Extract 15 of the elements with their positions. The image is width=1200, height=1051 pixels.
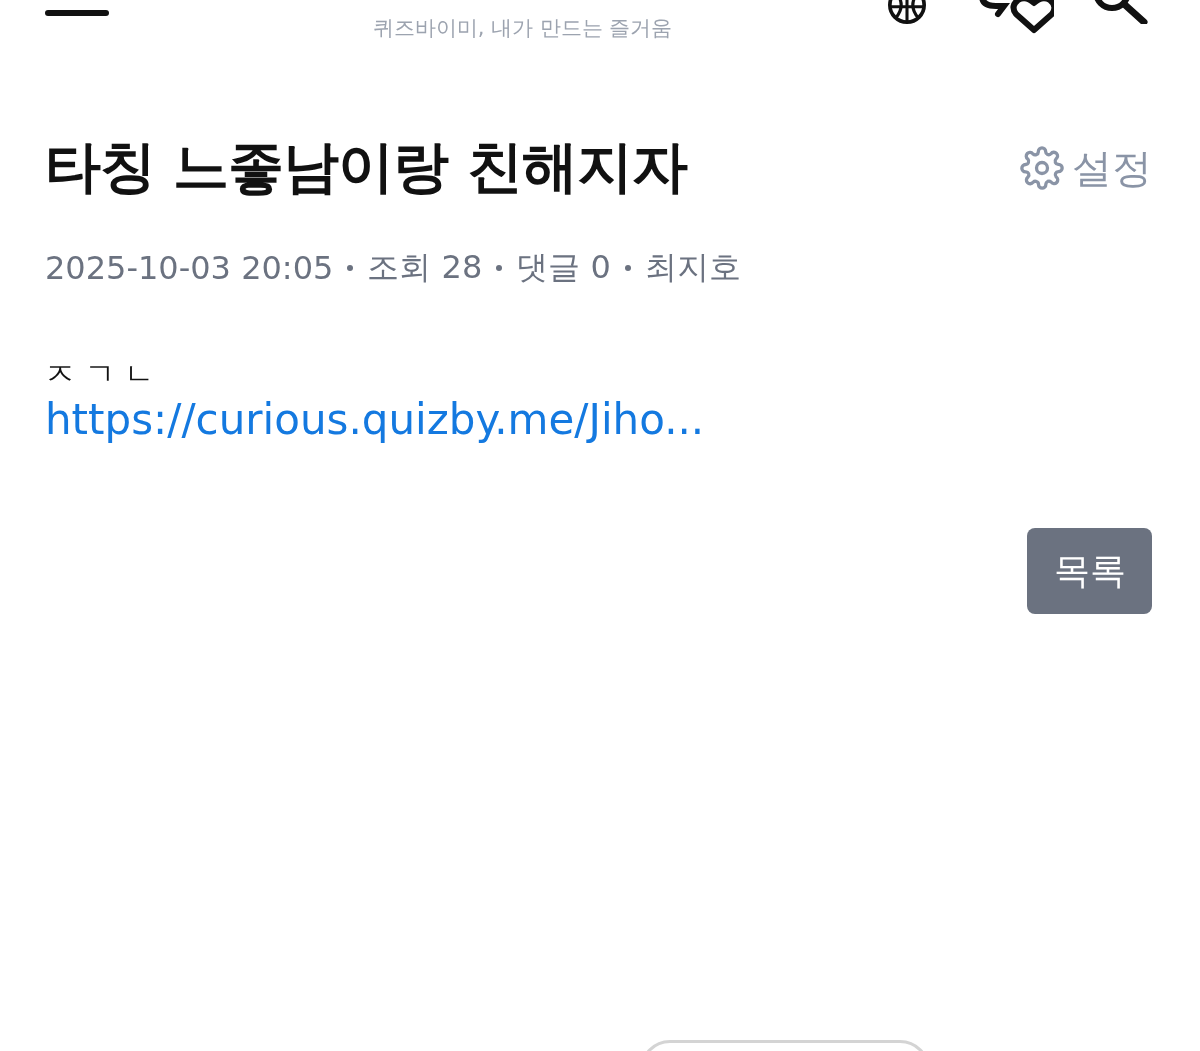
post-body: ㅈ ㄱ ㄴ bbox=[45, 355, 156, 393]
post-meta: 최지호 bbox=[644, 247, 741, 288]
post-meta: 조회 28 bbox=[367, 247, 483, 288]
separator-dot bbox=[624, 265, 631, 271]
tagline: 퀴즈바이미, 내가 만드는 즐거움 bbox=[372, 15, 673, 42]
separator-dot bbox=[347, 265, 354, 271]
list-button[interactable]: 목록 bbox=[1027, 528, 1152, 614]
settings-button[interactable]: 설정 bbox=[1020, 140, 1152, 196]
separator-dot bbox=[496, 265, 503, 271]
post-title: 타칭 느좋남이랑 친해지자 bbox=[45, 133, 687, 201]
menu-icon[interactable] bbox=[45, 10, 109, 16]
gear-icon bbox=[1020, 146, 1064, 190]
post-link[interactable]: https://curious.quizby.me/Jiho... bbox=[45, 395, 705, 444]
post-meta: 댓글 0 bbox=[516, 247, 611, 288]
post-meta: 2025-10-03 20:05 bbox=[45, 249, 334, 287]
